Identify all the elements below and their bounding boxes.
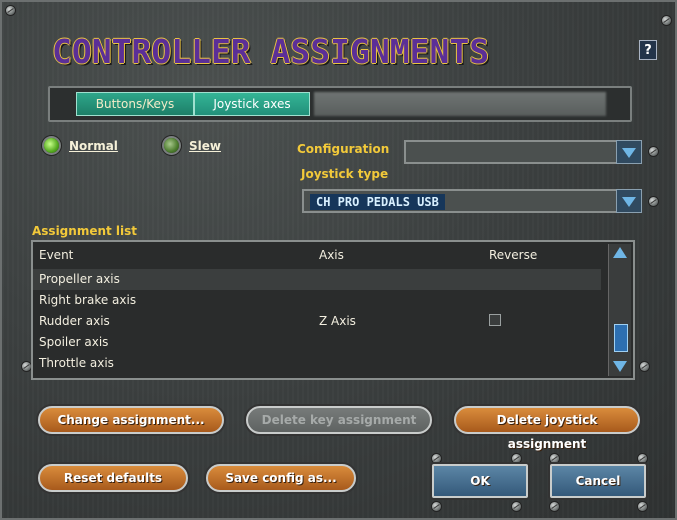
save-config-as-button[interactable]: Save config as...: [206, 464, 356, 492]
tab-bar: Buttons/Keys Joystick axes: [48, 86, 632, 122]
radio-slew[interactable]: Slew: [164, 138, 221, 153]
reverse-checkbox[interactable]: [489, 314, 501, 326]
rivet-icon: [649, 147, 658, 156]
list-item[interactable]: Rudder axis Z Axis: [33, 311, 601, 332]
event-cell: Rudder axis: [39, 314, 110, 328]
chevron-down-icon[interactable]: [616, 140, 642, 164]
configuration-dropdown[interactable]: [404, 140, 642, 164]
column-header-event: Event: [39, 248, 74, 262]
joystick-type-value: CH PRO PEDALS USB: [310, 194, 445, 210]
change-assignment-button[interactable]: Change assignment...: [38, 406, 224, 434]
assignment-list[interactable]: Event Axis Reverse Propeller axis Right …: [31, 240, 635, 380]
column-header-reverse: Reverse: [489, 248, 538, 262]
chevron-down-icon[interactable]: [616, 189, 642, 213]
scroll-down-icon[interactable]: [610, 358, 630, 376]
rivet-icon: [649, 197, 658, 206]
controller-assignments-window: CONTROLLER ASSIGNMENTS ? Buttons/Keys Jo…: [0, 0, 677, 520]
scrollbar-thumb[interactable]: [614, 324, 628, 352]
help-button[interactable]: ?: [639, 40, 657, 60]
list-item[interactable]: Throttle axis: [33, 353, 601, 374]
tab-bar-fill: [314, 92, 606, 116]
list-item[interactable]: Right brake axis: [33, 290, 601, 311]
rivet-icon: [638, 454, 647, 463]
event-cell: Spoiler axis: [39, 335, 109, 349]
reset-defaults-button[interactable]: Reset defaults: [38, 464, 188, 492]
cancel-button[interactable]: Cancel: [550, 464, 646, 498]
rivet-icon: [638, 502, 647, 511]
radio-normal-label: Normal: [69, 138, 118, 153]
event-cell: Right brake axis: [39, 293, 137, 307]
scroll-up-icon[interactable]: [610, 244, 630, 262]
tab-buttons-keys[interactable]: Buttons/Keys: [76, 92, 194, 116]
radio-slew-label: Slew: [189, 138, 221, 153]
delete-joystick-assignment-button[interactable]: Delete joystick assignment: [454, 406, 640, 451]
ok-button[interactable]: OK: [432, 464, 528, 498]
configuration-label: Configuration: [297, 142, 390, 156]
rivet-icon: [512, 502, 521, 511]
radio-on-icon: [44, 138, 59, 153]
axis-cell: Z Axis: [319, 314, 356, 328]
list-item[interactable]: Propeller axis: [33, 269, 601, 290]
list-scrollbar[interactable]: [608, 244, 631, 376]
rivet-icon: [6, 6, 15, 15]
delete-key-assignment-button[interactable]: Delete key assignment: [246, 406, 432, 434]
event-cell: Throttle axis: [39, 356, 114, 370]
rivet-icon: [432, 454, 441, 463]
event-cell: Propeller axis: [39, 272, 120, 286]
rivet-icon: [432, 502, 441, 511]
assignment-list-label: Assignment list: [32, 224, 138, 238]
joystick-type-dropdown[interactable]: CH PRO PEDALS USB: [302, 189, 642, 213]
rivet-icon: [640, 362, 649, 371]
window-title: CONTROLLER ASSIGNMENTS: [52, 32, 490, 71]
rivet-icon: [662, 16, 671, 25]
rivet-icon: [22, 362, 31, 371]
column-header-axis: Axis: [319, 248, 344, 262]
tab-joystick-axes[interactable]: Joystick axes: [194, 92, 310, 116]
rivet-icon: [550, 502, 559, 511]
joystick-type-label: Joystick type: [301, 167, 389, 181]
radio-off-icon: [164, 138, 179, 153]
radio-normal[interactable]: Normal: [44, 138, 118, 153]
list-item[interactable]: Spoiler axis: [33, 332, 601, 353]
